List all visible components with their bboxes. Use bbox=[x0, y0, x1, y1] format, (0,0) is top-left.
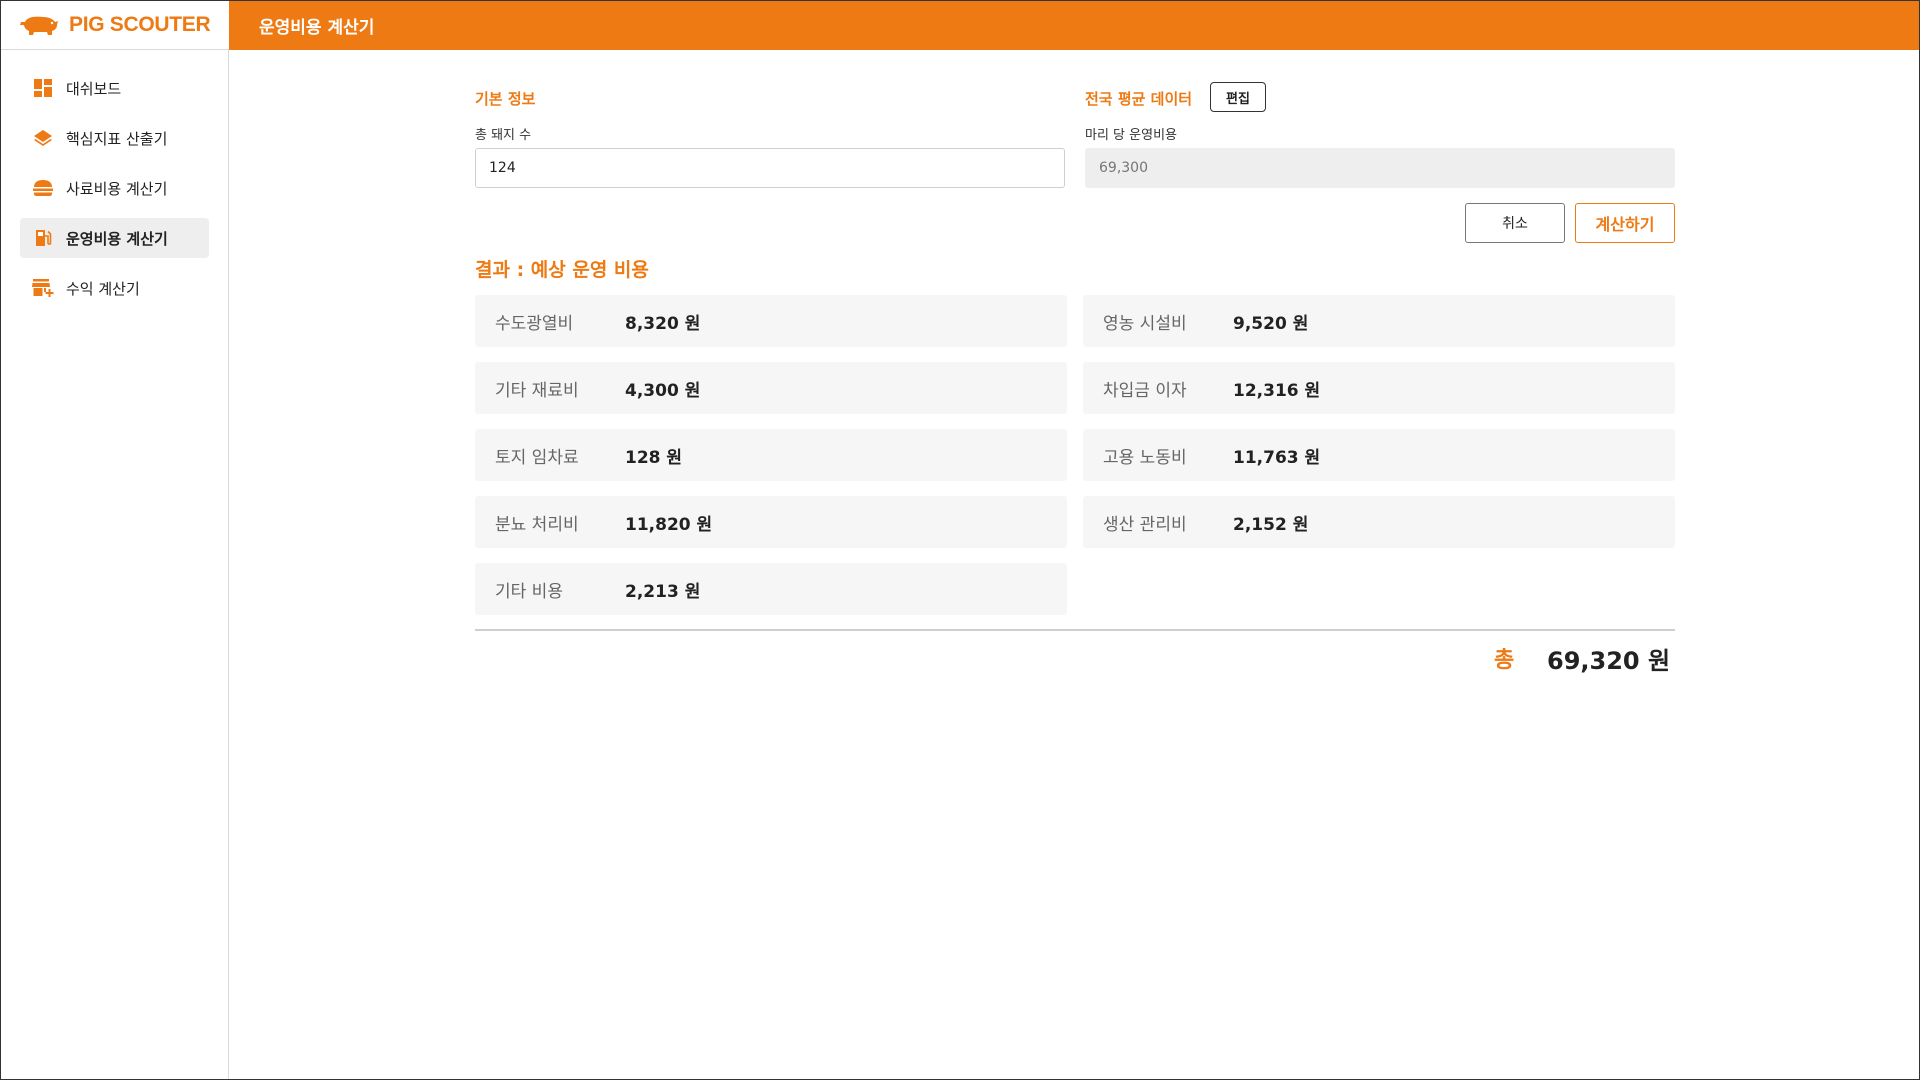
results-divider bbox=[475, 629, 1675, 631]
sidebar: 대쉬보드 핵심지표 산출기 사료비용 계산기 운영비용 계산기 수익 계산기 bbox=[1, 50, 229, 1079]
result-item-name: 고용 노동비 bbox=[1103, 447, 1187, 468]
result-item-name: 기타 재료비 bbox=[495, 380, 579, 401]
edit-button[interactable]: 편집 bbox=[1210, 82, 1266, 112]
result-item-name: 분뇨 처리비 bbox=[495, 514, 579, 535]
sidebar-item-label: 수익 계산기 bbox=[66, 279, 140, 298]
result-item: 영농 시설비 9,520 원 bbox=[1083, 295, 1675, 347]
result-item: 기타 재료비 4,300 원 bbox=[475, 362, 1067, 414]
result-item-value: 2,152 원 bbox=[1233, 514, 1309, 535]
result-item: 기타 비용 2,213 원 bbox=[475, 563, 1067, 615]
total-value: 69,320 원 bbox=[1547, 647, 1671, 675]
sidebar-item-operating-cost[interactable]: 운영비용 계산기 bbox=[20, 218, 209, 258]
cost-per-head-input[interactable] bbox=[1085, 148, 1675, 188]
sidebar-item-key-metrics[interactable]: 핵심지표 산출기 bbox=[20, 118, 209, 158]
national-avg-section: 전국 평균 데이터 편집 마리 당 운영비용 bbox=[1085, 82, 1675, 188]
result-item: 수도광열비 8,320 원 bbox=[475, 295, 1067, 347]
dashboard-icon bbox=[32, 77, 54, 99]
result-item-value: 11,820 원 bbox=[625, 514, 713, 535]
result-item-name: 차입금 이자 bbox=[1103, 380, 1187, 401]
results-title: 결과 : 예상 운영 비용 bbox=[475, 259, 649, 281]
cost-per-head-label: 마리 당 운영비용 bbox=[1085, 128, 1177, 143]
layers-icon bbox=[32, 127, 54, 149]
sidebar-item-dashboard[interactable]: 대쉬보드 bbox=[20, 68, 209, 108]
result-item-name: 기타 비용 bbox=[495, 581, 563, 602]
national-avg-title: 전국 평균 데이터 bbox=[1085, 90, 1193, 108]
store-add-icon bbox=[32, 277, 54, 299]
basic-info-title: 기본 정보 bbox=[475, 90, 536, 108]
pig-logo-icon bbox=[20, 16, 58, 35]
fuel-pump-icon bbox=[32, 227, 54, 249]
result-item-value: 128 원 bbox=[625, 447, 683, 468]
basic-info-section: 기본 정보 총 돼지 수 bbox=[475, 88, 1065, 188]
result-item-value: 2,213 원 bbox=[625, 581, 701, 602]
pig-count-input[interactable] bbox=[475, 148, 1065, 188]
result-item-name: 토지 임차료 bbox=[495, 447, 579, 468]
result-item-value: 8,320 원 bbox=[625, 313, 701, 334]
result-item: 분뇨 처리비 11,820 원 bbox=[475, 496, 1067, 548]
sidebar-item-profit[interactable]: 수익 계산기 bbox=[20, 268, 209, 308]
top-bar: PIG SCOUTER 운영비용 계산기 bbox=[0, 0, 1920, 50]
cancel-button[interactable]: 취소 bbox=[1465, 203, 1565, 243]
total-label: 총 bbox=[1494, 648, 1515, 673]
sidebar-item-label: 사료비용 계산기 bbox=[66, 179, 168, 198]
pig-count-label: 총 돼지 수 bbox=[475, 128, 532, 143]
calculate-button[interactable]: 계산하기 bbox=[1575, 203, 1675, 243]
result-item: 토지 임차료 128 원 bbox=[475, 429, 1067, 481]
sidebar-item-feed-cost[interactable]: 사료비용 계산기 bbox=[20, 168, 209, 208]
result-item-value: 9,520 원 bbox=[1233, 313, 1309, 334]
result-item: 고용 노동비 11,763 원 bbox=[1083, 429, 1675, 481]
result-item-value: 4,300 원 bbox=[625, 380, 701, 401]
result-item-name: 영농 시설비 bbox=[1103, 313, 1187, 334]
result-item-value: 11,763 원 bbox=[1233, 447, 1321, 468]
sidebar-item-label: 대쉬보드 bbox=[66, 79, 122, 98]
result-item: 생산 관리비 2,152 원 bbox=[1083, 496, 1675, 548]
result-item: 차입금 이자 12,316 원 bbox=[1083, 362, 1675, 414]
sidebar-item-label: 핵심지표 산출기 bbox=[66, 129, 168, 148]
result-item-value: 12,316 원 bbox=[1233, 380, 1321, 401]
brand-name: PIG SCOUTER bbox=[69, 13, 211, 36]
page-header: 운영비용 계산기 bbox=[229, 1, 1919, 50]
page-title: 운영비용 계산기 bbox=[259, 18, 375, 38]
sidebar-item-label: 운영비용 계산기 bbox=[66, 229, 168, 248]
feed-icon bbox=[32, 177, 54, 199]
brand[interactable]: PIG SCOUTER bbox=[1, 1, 229, 50]
result-item-name: 생산 관리비 bbox=[1103, 514, 1187, 535]
result-item-name: 수도광열비 bbox=[495, 313, 574, 334]
